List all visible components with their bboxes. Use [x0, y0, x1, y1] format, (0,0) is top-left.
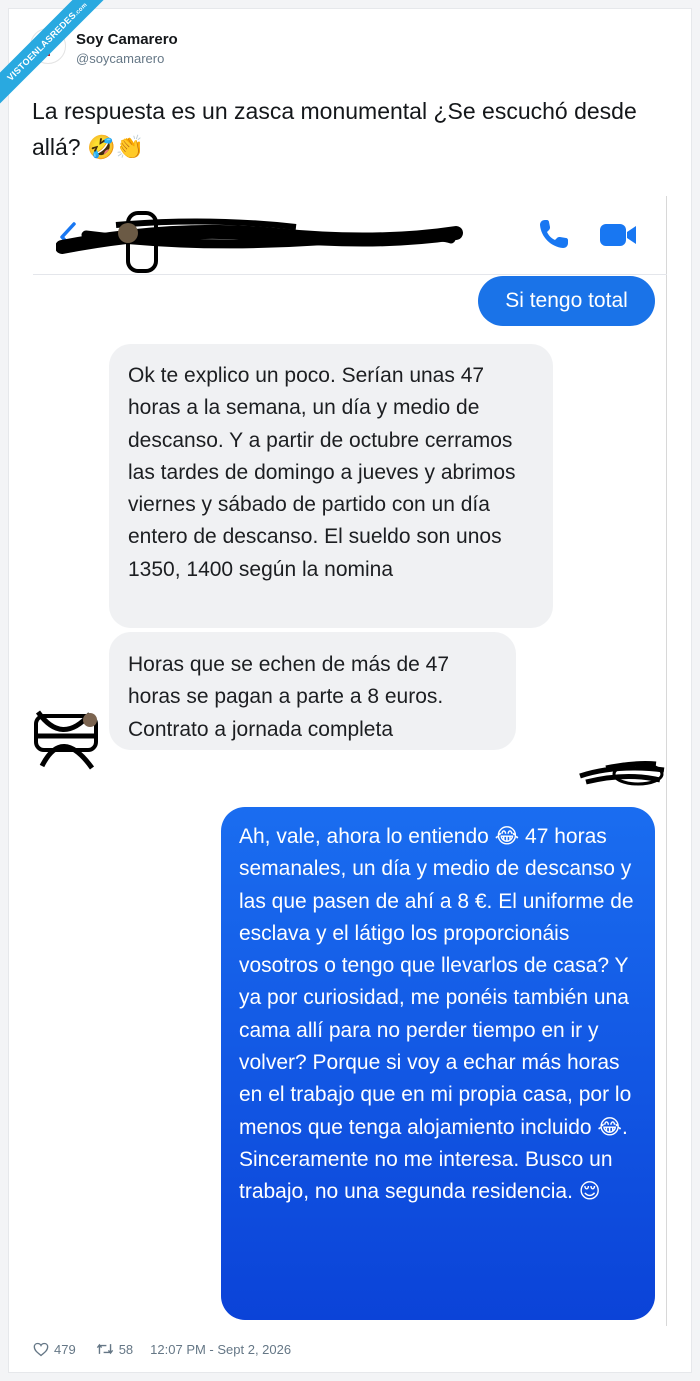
redacted-contact-name	[56, 211, 463, 273]
tweet-footer: 479 58 12:07 PM - Sept 2, 2026	[33, 1338, 291, 1360]
heart-icon	[33, 1342, 49, 1356]
watermark-text: VISTOENLASREDES.com	[0, 0, 115, 109]
timestamp[interactable]: 12:07 PM - Sept 2, 2026	[150, 1342, 291, 1357]
retweet-count: 58	[118, 1341, 134, 1357]
retweet-icon	[96, 1343, 113, 1355]
retweet-action[interactable]: 58	[96, 1342, 133, 1357]
video-camera-icon[interactable]	[598, 220, 638, 250]
phone-icon[interactable]	[536, 216, 572, 252]
message-bubble-incoming[interactable]: Ok te explico un poco. Serían unas 47 ho…	[109, 344, 553, 628]
redacted-avatar	[34, 710, 98, 770]
tweet-text: La respuesta es un zasca monumental ¿Se …	[32, 98, 637, 160]
message-bubble-outgoing[interactable]: Ah, vale, ahora lo entiendo 😂 47 horas s…	[221, 807, 655, 1320]
watermark-ribbon: VISTOENLASREDES.com	[0, 0, 120, 120]
like-action[interactable]: 479	[33, 1342, 76, 1357]
redacted-read-receipt	[579, 761, 665, 786]
message-bubble-outgoing[interactable]: Si tengo total	[478, 276, 655, 326]
message-bubble-incoming[interactable]: Horas que se echen de más de 47 horas se…	[109, 632, 516, 750]
chat-header-divider	[33, 274, 667, 275]
like-count: 479	[54, 1341, 76, 1357]
